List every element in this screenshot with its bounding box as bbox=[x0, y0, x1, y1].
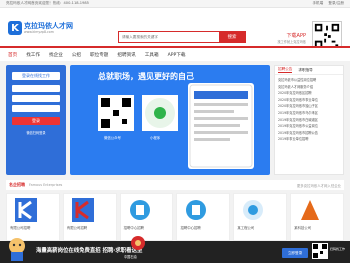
logo-url: www.klmyzp8.com bbox=[24, 30, 54, 34]
company-card[interactable]: 招聘中心招聘 bbox=[119, 193, 174, 241]
company-card[interactable]: 有限公司招聘 bbox=[62, 193, 117, 241]
app-download-title: 下载APP bbox=[286, 33, 306, 39]
bottom-promo-bar: 海量高薪岗位在线免费直招 招聘·求职看这里 立即登录 扫码找工作 bbox=[0, 241, 350, 263]
search-button[interactable]: 搜索 bbox=[219, 32, 245, 42]
news-item[interactable]: 2020年克拉玛依市事业单位 bbox=[278, 97, 340, 104]
company-logo-icon bbox=[301, 200, 320, 220]
wechat-qr-label: 微信公众号 bbox=[104, 136, 121, 140]
news-item[interactable]: 克拉玛依市公益性岗位招聘 bbox=[278, 77, 340, 84]
mobile-link[interactable]: 手机端 bbox=[312, 1, 323, 5]
company-logo-k-icon bbox=[15, 198, 37, 222]
bottom-login-button[interactable]: 立即登录 bbox=[282, 248, 308, 258]
login-header: 登录在线找工作 bbox=[12, 72, 60, 80]
company-logo-k-icon bbox=[71, 198, 94, 222]
news-panel: 招聘公告 求职指导 克拉玛依市公益性岗位招聘 克拉玛依人才网服务介绍 2020年… bbox=[274, 65, 344, 175]
login-button[interactable]: 登录 bbox=[12, 117, 60, 125]
site-logo[interactable]: K 克拉玛依人才网 www.klmyzp8.com bbox=[8, 21, 73, 35]
section-title: 名企招聘 bbox=[9, 182, 25, 187]
app-download-subtitle: 找工作就上克拉玛依 bbox=[277, 40, 306, 44]
mascot-icon bbox=[9, 238, 25, 261]
company-logo-icon bbox=[243, 200, 264, 220]
section-subtitle: Famous Enterprises bbox=[29, 183, 63, 187]
wechat-login-link[interactable]: 微信扫码登录 bbox=[10, 130, 62, 135]
company-grid: 有限公司招聘 有限公司招聘 招聘中心招聘 招聘中心招聘 某工程公司 某科技公司 bbox=[6, 193, 344, 241]
company-name: 某工程公司 bbox=[237, 226, 255, 230]
welcome-text: 亮拉玛依人才网首页欢迎您！热线：400-118-1985 bbox=[6, 1, 89, 5]
promo-title: 总就职场，遇见更好的自己 bbox=[98, 72, 194, 81]
nav-item-jobs[interactable]: 找工作 bbox=[26, 52, 40, 58]
login-register-link[interactable]: 登录/注册 bbox=[328, 1, 344, 5]
captcha-field[interactable] bbox=[12, 105, 60, 112]
site-header: K 克拉玛依人才网 www.klmyzp8.com 搜索 下载APP 找工作就上… bbox=[0, 8, 350, 51]
bottom-promo-text: 海量高薪岗位在线免费直招 招聘·求职看这里 bbox=[36, 248, 143, 254]
banner-area: 登录在线找工作 登录 微信扫码登录 总就职场，遇见更好的自己 微信公众号 小程序… bbox=[6, 65, 344, 175]
more-companies-link[interactable]: 更多克拉玛依人才网入驻企业 bbox=[297, 183, 344, 188]
nav-item-news[interactable]: 招聘资讯 bbox=[117, 52, 135, 58]
topbar-links: 手机端 登录/注册 bbox=[308, 1, 344, 6]
username-field[interactable] bbox=[12, 85, 60, 92]
news-item[interactable]: 2019年克拉玛依市乌尔禾区 bbox=[278, 110, 340, 117]
top-utility-bar: 亮拉玛依人才网首页欢迎您！热线：400-118-1985 手机端 登录/注册 bbox=[0, 0, 350, 8]
news-item[interactable]: 2019年克拉玛依市公益岗位 bbox=[278, 123, 340, 130]
company-logo-icon bbox=[129, 200, 150, 220]
bottom-qr-caption: 扫码找工作 bbox=[330, 247, 346, 251]
famous-companies-header: 名企招聘 Famous Enterprises 更多克拉玛依人才网入驻企业 bbox=[6, 180, 344, 190]
company-name: 招聘中心招聘 bbox=[180, 226, 201, 230]
company-card[interactable]: 某科技公司 bbox=[290, 193, 344, 241]
nav-item-topics[interactable]: 职位专题 bbox=[90, 52, 108, 58]
nav-item-companies[interactable]: 找企业 bbox=[49, 52, 63, 58]
nav-item-tools[interactable]: 工具箱 bbox=[145, 52, 159, 58]
news-item[interactable]: 2020年克拉玛依市独山子区 bbox=[278, 103, 340, 110]
company-name: 有限公司招聘 bbox=[66, 226, 88, 230]
news-item[interactable]: 2019年事业单位招聘 bbox=[278, 136, 340, 143]
oil-company-logo-icon bbox=[131, 236, 145, 250]
main-nav: 首页 找工作 找企业 公招 职位专题 招聘资讯 工具箱 APP下载 bbox=[0, 46, 350, 61]
promo-banner[interactable]: 总就职场，遇见更好的自己 微信公众号 小程序 bbox=[70, 65, 270, 175]
nav-item-home[interactable]: 首页 bbox=[8, 52, 17, 58]
company-name: 某科技公司 bbox=[294, 226, 312, 230]
oil-company-label: 中国石油 bbox=[124, 255, 137, 259]
nav-item-public[interactable]: 公招 bbox=[72, 52, 81, 58]
news-item[interactable]: 2020年克拉玛依区招聘 bbox=[278, 90, 340, 97]
company-logo-icon bbox=[186, 200, 207, 220]
miniprogram-qr-label: 小程序 bbox=[150, 136, 161, 140]
company-card[interactable]: 招聘中心招聘 bbox=[176, 193, 231, 241]
login-panel: 登录在线找工作 登录 微信扫码登录 bbox=[6, 65, 66, 175]
nav-item-app[interactable]: APP下载 bbox=[168, 52, 186, 58]
phone-mockup-icon bbox=[188, 83, 254, 169]
search-bar: 搜索 bbox=[118, 31, 246, 43]
company-card[interactable]: 有限公司招聘 bbox=[6, 193, 60, 241]
news-item[interactable]: 克拉玛依人才网服务介绍 bbox=[278, 84, 340, 91]
logo-k-icon: K bbox=[8, 21, 22, 35]
company-card[interactable]: 某工程公司 bbox=[233, 193, 288, 241]
company-name: 有限公司招聘 bbox=[10, 226, 31, 230]
wechat-qr-icon bbox=[98, 95, 134, 131]
bottom-qr-icon bbox=[312, 243, 328, 259]
miniprogram-qr-icon bbox=[142, 95, 178, 131]
logo-name: 克拉玛依人才网 bbox=[24, 22, 73, 30]
app-download-promo[interactable]: 下载APP 找工作就上克拉玛依 bbox=[262, 32, 306, 44]
password-field[interactable] bbox=[12, 95, 60, 102]
news-item[interactable]: 2019年克拉玛依市招聘公告 bbox=[278, 130, 340, 137]
news-item[interactable]: 2019年克拉玛依市白碱滩区 bbox=[278, 117, 340, 124]
tab-notices[interactable]: 招聘公告 bbox=[278, 67, 293, 73]
search-input[interactable] bbox=[119, 35, 219, 39]
tab-guidance[interactable]: 求职指导 bbox=[298, 68, 312, 73]
company-name: 招聘中心招聘 bbox=[123, 226, 144, 230]
